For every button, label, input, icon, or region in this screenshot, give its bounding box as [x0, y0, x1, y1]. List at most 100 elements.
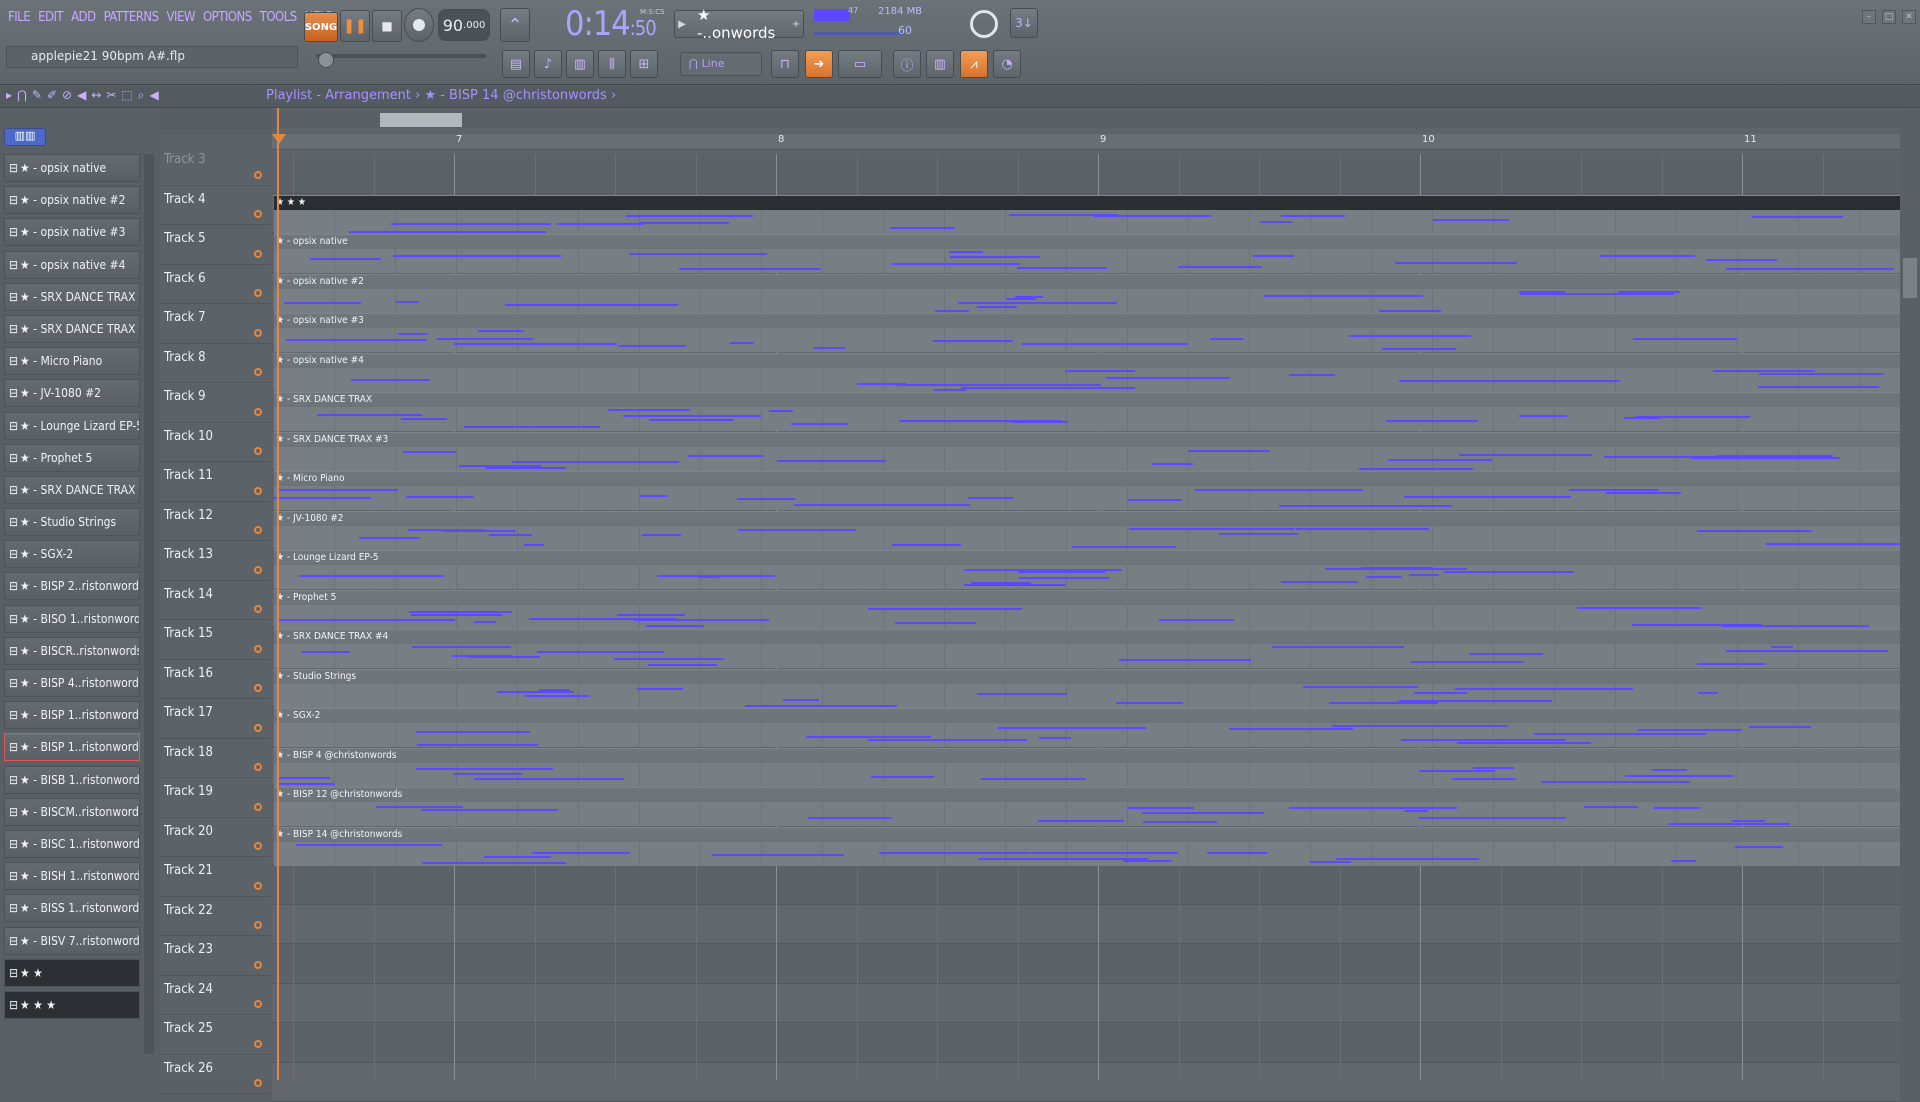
pattern-clip[interactable]: ★ - Studio Strings	[274, 669, 1900, 707]
picker-item[interactable]: ⊟ ★ - BISC 1..ristonwords	[4, 830, 140, 858]
picker-item[interactable]: ⊟ ★ - BISP 2..ristonwords	[4, 572, 140, 600]
track-header[interactable]: Track 19	[160, 778, 270, 818]
track-mute-icon[interactable]	[254, 289, 262, 297]
track-header[interactable]: Track 8	[160, 344, 270, 384]
countdown-arrow-icon[interactable]: ➜	[805, 50, 833, 78]
picker-scrollbar[interactable]	[144, 154, 154, 1054]
track-mute-icon[interactable]	[254, 763, 262, 771]
track-lane[interactable]	[272, 905, 1900, 945]
picker-item[interactable]: ⊟ ★ - Studio Strings	[4, 508, 140, 536]
pattern-clip[interactable]: ★ - SRX DANCE TRAX	[274, 392, 1900, 430]
track-mute-icon[interactable]	[254, 645, 262, 653]
tempo-tap-icon[interactable]: ◔	[993, 50, 1021, 78]
picker-item[interactable]: ⊟ ★ - SGX-2	[4, 540, 140, 568]
picker-item[interactable]: ⊟ ★ - BISO 1..ristonwords	[4, 605, 140, 633]
pattern-clip[interactable]: ★ - SRX DANCE TRAX #4	[274, 629, 1900, 667]
menu-item[interactable]: OPTIONS	[199, 10, 256, 25]
track-lane[interactable]	[272, 984, 1900, 1024]
playback-tool-icon[interactable]: ◀	[150, 88, 159, 103]
track-header[interactable]: Track 26	[160, 1055, 270, 1095]
stop-button[interactable]: ■	[372, 10, 402, 42]
track-header[interactable]: Track 10	[160, 423, 270, 463]
track-mute-icon[interactable]	[254, 803, 262, 811]
track-mute-icon[interactable]	[254, 408, 262, 416]
delete-tool-icon[interactable]: ⊘	[62, 88, 72, 103]
picker-item[interactable]: ⊟ ★ - opsix native #3	[4, 218, 140, 246]
browser-icon[interactable]: ⊞	[630, 50, 658, 78]
piano-roll-icon[interactable]: ♪	[534, 50, 562, 78]
master-pitch-slider-track[interactable]	[316, 54, 486, 58]
picker-item[interactable]: ⊟ ★ - BISS 1..ristonwords	[4, 894, 140, 922]
track-mute-icon[interactable]	[254, 526, 262, 534]
picker-item[interactable]: ⊟ ★ - opsix native #4	[4, 251, 140, 279]
pattern-clip[interactable]: ★ - Prophet 5	[274, 590, 1900, 628]
track-header[interactable]: Track 3	[160, 146, 270, 186]
loop-record-icon[interactable]: ▭	[838, 50, 882, 78]
track-mute-icon[interactable]	[254, 487, 262, 495]
wait-input-icon[interactable]: ⊓	[771, 50, 799, 78]
picker-item[interactable]: ⊟ ★ - BISP 1..ristonwords	[4, 733, 140, 761]
menu-item[interactable]: TOOLS	[256, 10, 301, 25]
pattern-clip[interactable]: ★ - SRX DANCE TRAX #3	[274, 432, 1900, 470]
pattern-clip[interactable]: ★ - JV-1080 #2	[274, 511, 1900, 549]
picker-item[interactable]: ⊟ ★ - SRX DANCE TRAX #3	[4, 315, 140, 343]
track-header[interactable]: Track 25	[160, 1015, 270, 1055]
menu-item[interactable]: EDIT	[34, 10, 67, 25]
timeline-ruler[interactable]: 7891011	[272, 134, 1900, 150]
pattern-add-icon[interactable]: +	[789, 19, 803, 30]
mute-tool-icon[interactable]: ◀	[77, 88, 86, 103]
slip-tool-icon[interactable]: ↔	[91, 88, 101, 103]
channel-rack-icon[interactable]: ▥	[566, 50, 594, 78]
track-lane[interactable]	[272, 1063, 1900, 1102]
pattern-clip[interactable]: ★ - BISP 14 @christonwords	[274, 827, 1900, 865]
slice-tool-icon[interactable]: ✂	[106, 88, 116, 103]
menu-item[interactable]: FILE	[4, 10, 34, 25]
tempo-display[interactable]: 90.000	[438, 9, 490, 41]
track-mute-icon[interactable]	[254, 605, 262, 613]
audio-plugin-icon[interactable]: ⩘	[960, 50, 988, 78]
picker-item[interactable]: ⊟ ★ - BISB 1..ristonwords	[4, 766, 140, 794]
picker-item[interactable]: ⊟ ★ ★	[4, 959, 140, 987]
pattern-clip[interactable]: ★ - Micro Piano	[274, 471, 1900, 509]
vertical-scrollbar[interactable]	[1900, 108, 1920, 1080]
picker-item[interactable]: ⊟ ★ - Micro Piano	[4, 347, 140, 375]
track-mute-icon[interactable]	[254, 724, 262, 732]
track-header[interactable]: Track 15	[160, 620, 270, 660]
track-header[interactable]: Track 18	[160, 739, 270, 779]
track-header[interactable]: Track 9	[160, 383, 270, 423]
track-mute-icon[interactable]	[254, 368, 262, 376]
picker-item[interactable]: ⊟ ★ - Lounge Lizard EP-5	[4, 412, 140, 440]
picker-item[interactable]: ⊟ ★ - BISV 7..ristonwords	[4, 927, 140, 955]
picker-item[interactable]: ⊟ ★ - opsix native #2	[4, 186, 140, 214]
track-header[interactable]: Track 5	[160, 225, 270, 265]
picker-item[interactable]: ⊟ ★ - BISH 1..ristonwords	[4, 862, 140, 890]
maximize-icon[interactable]: □	[1882, 10, 1896, 24]
picker-item[interactable]: ⊟ ★ - SRX DANCE TRAX	[4, 283, 140, 311]
pattern-clip[interactable]: ★ - Lounge Lizard EP-5	[274, 550, 1900, 588]
track-header[interactable]: Track 20	[160, 818, 270, 858]
record-button[interactable]	[404, 8, 434, 42]
paint-tool-icon[interactable]: ✐	[47, 88, 57, 103]
mixer-icon[interactable]: ⫼	[598, 50, 626, 78]
pattern-clip[interactable]: ★ - opsix native	[274, 234, 1900, 272]
track-lane[interactable]	[272, 154, 1900, 194]
track-header[interactable]: Track 13	[160, 541, 270, 581]
master-pitch-slider-handle[interactable]	[318, 52, 334, 68]
track-header[interactable]: Track 6	[160, 265, 270, 305]
picker-item[interactable]: ⊟ ★ - Prophet 5	[4, 444, 140, 472]
picker-view-button[interactable]: ▥▥	[4, 128, 46, 146]
picker-item[interactable]: ⊟ ★ - BISCM..ristonwords	[4, 798, 140, 826]
track-mute-icon[interactable]	[254, 171, 262, 179]
magnet-icon[interactable]: ⋂	[17, 88, 27, 103]
output-monitor-icon[interactable]: 3↓	[1010, 8, 1038, 38]
track-mute-icon[interactable]	[254, 842, 262, 850]
select-tool-icon[interactable]: ⬚	[121, 88, 132, 103]
picker-item[interactable]: ⊟ ★ - SRX DANCE TRAX #4	[4, 476, 140, 504]
picker-item[interactable]: ⊟ ★ - JV-1080 #2	[4, 379, 140, 407]
track-lanes[interactable]: ★ ★ ★★ - opsix native★ - opsix native #2…	[272, 154, 1900, 1080]
pattern-clip[interactable]: ★ - SGX-2	[274, 708, 1900, 746]
vertical-scroll-thumb[interactable]	[1903, 258, 1917, 298]
track-header[interactable]: Track 4	[160, 186, 270, 226]
track-mute-icon[interactable]	[254, 210, 262, 218]
draw-tool-icon[interactable]: ✎	[32, 88, 42, 103]
